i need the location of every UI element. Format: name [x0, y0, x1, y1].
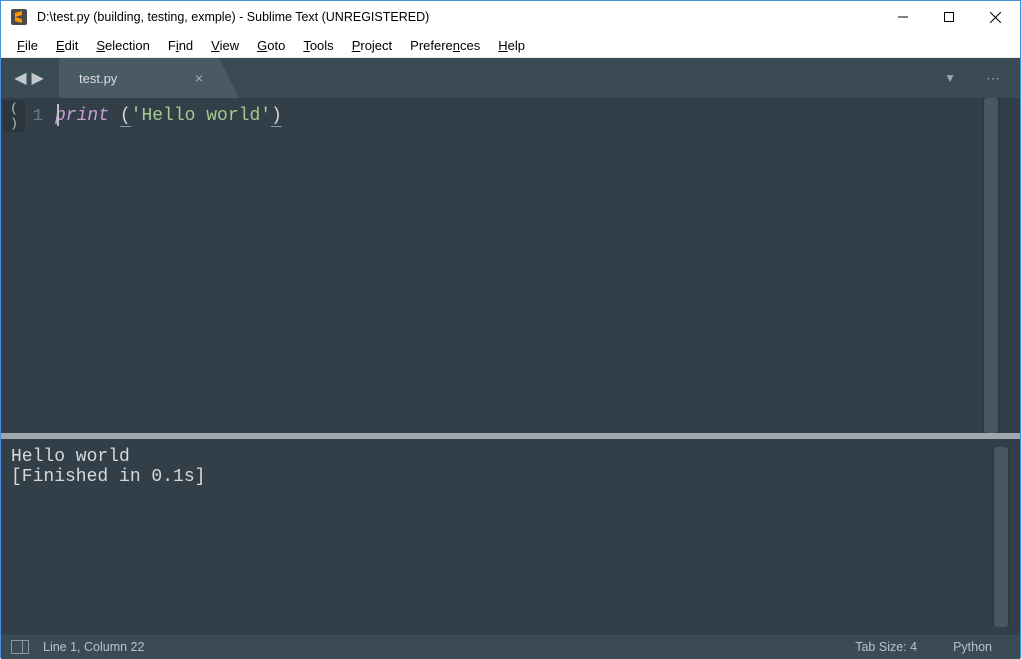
menu-edit[interactable]: Edit [48, 36, 86, 55]
console-line: Hello world [11, 447, 130, 467]
token-paren-close: ) [271, 106, 282, 127]
console-text[interactable]: Hello world [Finished in 0.1s] [11, 447, 992, 627]
token-space [109, 106, 120, 126]
menu-preferences[interactable]: Preferences [402, 36, 488, 55]
cursor [57, 104, 59, 126]
tab-dropdown-icon[interactable]: ▼ [944, 71, 956, 85]
maximize-button[interactable] [926, 1, 972, 33]
close-button[interactable] [972, 1, 1018, 33]
minimap[interactable] [1000, 98, 1020, 433]
status-tabsize[interactable]: Tab Size: 4 [837, 640, 935, 654]
console-scrollbar[interactable] [992, 447, 1010, 627]
window-controls [880, 1, 1018, 33]
code-line: print ('Hello world') [55, 104, 982, 128]
menu-help[interactable]: Help [490, 36, 533, 55]
status-syntax[interactable]: Python [935, 640, 1010, 654]
window-title: D:\test.py (building, testing, exmple) -… [35, 10, 880, 24]
tab-next-icon[interactable]: ▶ [30, 68, 46, 88]
tab-right-controls: ▼ ⋯ [944, 58, 1020, 98]
token-paren-open: ( [120, 106, 131, 127]
status-bar: Line 1, Column 22 Tab Size: 4 Python [1, 635, 1020, 659]
editor-scrollbar[interactable] [982, 98, 1000, 433]
menu-view[interactable]: View [203, 36, 247, 55]
tab-bar: ◀ ▶ test.py × ▼ ⋯ [1, 58, 1020, 98]
menu-tools[interactable]: Tools [295, 36, 341, 55]
tab-prev-icon[interactable]: ◀ [12, 68, 28, 88]
app-icon [9, 7, 29, 27]
token-string: 'Hello world' [131, 106, 271, 126]
build-output-panel: Hello world [Finished in 0.1s] [1, 439, 1020, 635]
tab-close-icon[interactable]: × [191, 70, 207, 86]
token-keyword: print [55, 106, 109, 126]
minimize-button[interactable] [880, 1, 926, 33]
status-position[interactable]: Line 1, Column 22 [43, 640, 837, 654]
menu-selection[interactable]: Selection [88, 36, 157, 55]
editor: ( ) 1 print ('Hello world') [1, 98, 1020, 433]
panel-switcher-icon[interactable] [11, 640, 29, 654]
scrollbar-thumb[interactable] [984, 98, 998, 433]
tab-active[interactable]: test.py × [59, 58, 239, 98]
gutter: ( ) 1 [1, 98, 55, 433]
code-area[interactable]: print ('Hello world') [55, 98, 982, 433]
window-titlebar: D:\test.py (building, testing, exmple) -… [1, 1, 1020, 33]
tab-label: test.py [79, 71, 117, 86]
menu-find[interactable]: Find [160, 36, 201, 55]
menu-bar: File Edit Selection Find View Goto Tools… [1, 33, 1020, 58]
tab-nav: ◀ ▶ [1, 58, 57, 98]
fold-indicator[interactable]: ( ) [3, 100, 25, 132]
tab-overflow-icon[interactable]: ⋯ [986, 70, 1002, 87]
scrollbar-thumb[interactable] [994, 447, 1008, 627]
menu-file[interactable]: File [9, 36, 46, 55]
line-number: 1 [25, 107, 55, 126]
menu-project[interactable]: Project [344, 36, 400, 55]
gutter-row: ( ) 1 [1, 104, 55, 128]
menu-goto[interactable]: Goto [249, 36, 293, 55]
console-line: [Finished in 0.1s] [11, 467, 205, 487]
